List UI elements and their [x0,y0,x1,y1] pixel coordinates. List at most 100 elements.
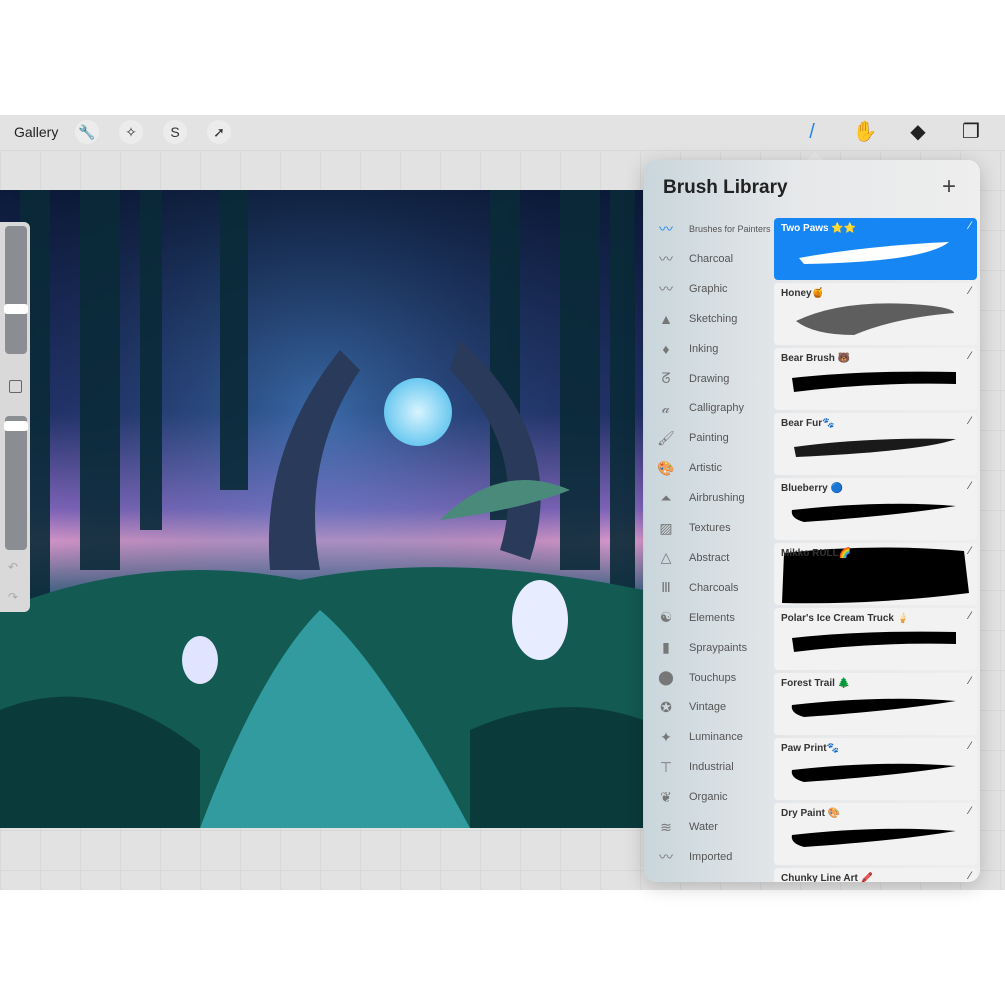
add-brush-set-button[interactable]: + [942,173,956,201]
squiggle-icon: ᘔ [661,370,671,386]
palette-icon: 🎨 [657,459,675,476]
brush-category-item[interactable]: ≋ Water [656,813,776,841]
brush-item[interactable]: Forest Trail 🌲 ⁄ [774,673,977,735]
brush-name: Polar's Ice Cream Truck 🍦 [781,613,910,624]
brush-category-label: Vintage [689,701,727,714]
brush-item[interactable]: Chunky Line Art 🖍️ ⁄ [774,868,977,882]
brush-name: Paw Print🐾 [781,743,840,754]
brush-stroke-icon: ⁄ [969,480,971,492]
calligraphy-icon: 𝒶 [662,399,670,416]
artwork-canvas[interactable] [0,190,643,828]
brush-category-label: Elements [689,611,735,624]
brush-category-label: Luminance [689,731,743,744]
brush-name: Chunky Line Art 🖍️ [781,873,874,882]
smudge-icon[interactable]: ✋ [852,119,878,145]
brush-size-slider[interactable] [5,226,27,354]
brush-stroke-icon: 〰 [659,848,673,865]
brush-name: Two Paws ⭐⭐ [781,223,857,234]
brush-category-item[interactable]: ▲ Sketching [656,305,776,333]
modify-button[interactable] [9,380,22,393]
brush-category-label: Artistic [689,462,722,475]
brush-stroke-icon: ⁄ [969,675,971,687]
brush-category-item[interactable]: ⬤ Touchups [656,664,776,692]
brush-name: Bear Brush 🐻 [781,353,851,364]
brush-name: Blueberry 🔵 [781,483,843,494]
brush-stroke-icon: ⁄ [969,545,971,557]
waves-icon: ≋ [660,818,672,835]
gallery-button[interactable]: Gallery [14,124,58,140]
brush-category-label: Textures [689,522,731,534]
selection-button[interactable]: S [163,120,187,144]
pencil-tip-icon: ▲ [659,310,673,327]
brush-name: Mikko RULL🌈 [781,548,852,559]
brush-category-item[interactable]: ✦ Luminance [656,723,776,751]
brush-name: Forest Trail 🌲 [781,678,851,689]
brush-item[interactable]: Paw Print🐾 ⁄ [774,738,977,800]
brush-category-label: Calligraphy [689,402,745,415]
brush-category-item[interactable]: ▨ Textures [656,514,776,542]
brush-item[interactable]: Polar's Ice Cream Truck 🍦 ⁄ [774,608,977,670]
brush-category-item[interactable]: ☯ Elements [656,604,776,632]
brush-item[interactable]: Bear Fur🐾 ⁄ [774,413,977,475]
brush-size-opacity-sidebar: ↶ ↷ [0,222,30,612]
brush-name: Honey🍯 [781,288,825,299]
yin-yang-icon: ☯ [659,609,673,626]
pen-nib-icon: ♦ [662,340,670,357]
brush-category-item[interactable]: 〰 Graphic [656,275,776,303]
brush-category-item[interactable]: 〰 Charcoal [656,245,776,273]
brush-item[interactable]: Blueberry 🔵 ⁄ [774,478,977,540]
brush-item[interactable]: Honey🍯 ⁄ [774,283,977,345]
brush-category-label: Drawing [689,372,730,385]
brush-category-item[interactable]: ⏶ Airbrushing [656,484,776,512]
brush-category-item[interactable]: △ Abstract [656,544,776,572]
undo-icon[interactable]: ↶ [8,560,18,574]
opacity-thumb[interactable] [4,421,28,431]
brush-category-label: Painting [689,432,729,445]
brush-category-label: Water [689,821,718,833]
leaf-icon: ❦ [660,788,672,805]
transform-arrow-button[interactable]: ➚ [207,120,231,144]
redo-icon[interactable]: ↷ [8,590,18,604]
brush-category-label: Touchups [689,671,737,684]
brush-category-item[interactable]: 〰 Brushes for Painters [656,215,776,243]
wrench-button[interactable]: 🔧 [75,120,99,144]
brush-size-thumb[interactable] [4,304,28,314]
brush-category-item[interactable]: 🖌 Painting [656,424,776,452]
brush-icon[interactable]: / [799,119,825,145]
brush-category-item[interactable]: Ⅲ Charcoals [656,574,776,602]
brush-item[interactable]: Two Paws ⭐⭐ ⁄ [774,218,977,280]
paintbrush-icon: 🖌 [657,429,675,446]
brush-stroke-icon: 〰 [659,280,673,297]
brush-category-item[interactable]: ᘔ Drawing [656,365,776,393]
brush-category-item[interactable]: 𝒶 Calligraphy [656,394,776,422]
touchup-icon: ⬤ [658,669,674,685]
brush-stroke-icon: ⁄ [969,220,971,232]
brush-category-label: Airbrushing [689,492,745,505]
layers-icon[interactable]: ❐ [958,119,984,145]
brush-category-label: Industrial [689,761,734,774]
brush-item[interactable]: Bear Brush 🐻 ⁄ [774,348,977,410]
brush-stroke-icon: 〰 [659,221,673,237]
brush-item[interactable]: Dry Paint 🎨 ⁄ [774,803,977,865]
airbrush-icon: ⏶ [660,489,672,506]
texture-icon: ▨ [659,519,673,536]
magic-wand-button[interactable]: ✧ [119,120,143,144]
brush-stroke-icon: ⁄ [969,285,971,297]
brush-category-item[interactable]: ✪ Vintage [656,693,776,721]
brush-category-label: Spraypaints [689,641,748,654]
opacity-slider[interactable] [5,416,27,550]
brush-category-item[interactable]: ▮ Spraypaints [656,634,776,662]
brush-category-item[interactable]: 🎨 Artistic [656,454,776,482]
brush-category-item[interactable]: 〰 Imported [656,843,776,871]
brush-category-item[interactable]: ⊤ Industrial [656,753,776,781]
brush-category-label: Inking [689,342,719,355]
brush-stroke-icon: ⁄ [969,870,971,882]
brush-category-item[interactable]: ♦ Inking [656,335,776,363]
eraser-icon[interactable]: ◆ [905,119,931,145]
brush-category-label: Graphic [689,282,728,295]
brush-category-item[interactable]: ❦ Organic [656,783,776,811]
brush-stroke-icon: ⁄ [969,805,971,817]
brush-category-label: Charcoal [689,252,734,265]
brush-stroke-icon: ⁄ [969,415,971,427]
brush-item[interactable]: Mikko RULL🌈 ⁄ [774,543,977,605]
